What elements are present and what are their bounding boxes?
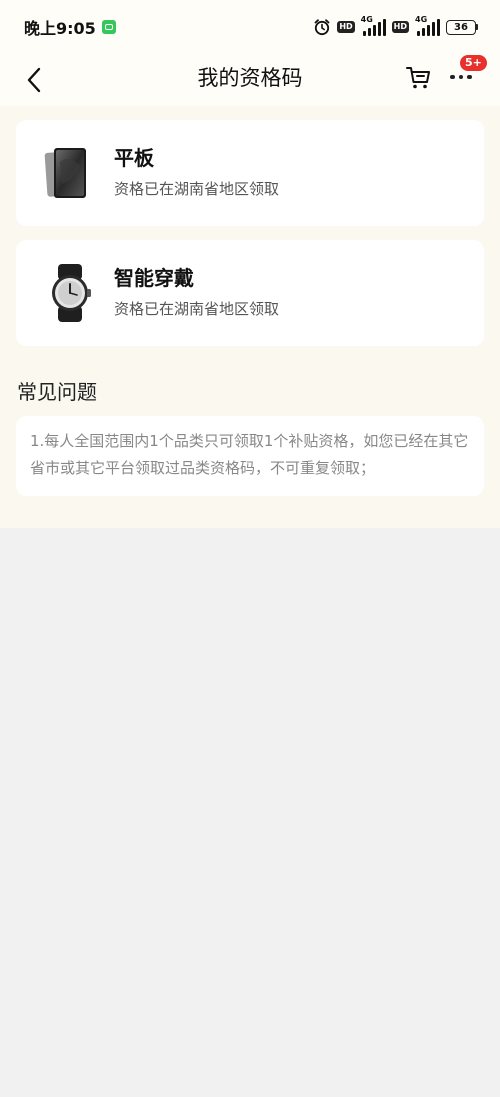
notification-badge: 5+	[460, 55, 487, 71]
qualification-card-tablet[interactable]: 平板 资格已在湖南省地区领取	[16, 120, 484, 226]
qualification-card-wearable[interactable]: 智能穿戴 资格已在湖南省地区领取	[16, 240, 484, 346]
network-type-2: 4G	[415, 15, 428, 24]
signal-icon-1: 4G	[360, 15, 386, 36]
faq-heading: 常见问题	[17, 380, 97, 404]
card-title: 智能穿戴	[114, 266, 194, 290]
cart-button[interactable]	[404, 62, 434, 92]
faq-box: 1.每人全国范围内1个品类只可领取1个补贴资格，如您已经在其它省市或其它平台领取…	[16, 416, 484, 496]
content-area: 平板 资格已在湖南省地区领取 智能穿戴 资格已在湖南省地区领取 常见问题 1.每…	[0, 106, 500, 528]
network-type-1: 4G	[360, 15, 373, 24]
status-left: 晚上9:05	[24, 15, 116, 39]
faq-item-text: 1.每人全国范围内1个品类只可领取1个补贴资格，如您已经在其它省市或其它平台领取…	[30, 432, 469, 477]
battery-icon: 36	[446, 19, 478, 35]
wechat-notification-icon	[101, 20, 116, 34]
signal-icon-2: 4G	[415, 15, 440, 36]
more-dot	[458, 74, 464, 80]
more-dot	[467, 74, 472, 80]
battery-level: 36	[446, 19, 476, 35]
tablet-image	[38, 140, 104, 206]
smartwatch-image	[38, 260, 104, 326]
hd-badge-1: HD	[337, 21, 355, 33]
cart-icon	[406, 67, 430, 89]
hd-badge-2: HD	[391, 21, 409, 33]
nav-bar: 我的资格码 5+	[0, 54, 500, 106]
alarm-icon	[314, 19, 330, 36]
more-dot	[450, 74, 455, 80]
card-subtitle: 资格已在湖南省地区领取	[114, 300, 280, 318]
card-subtitle: 资格已在湖南省地区领取	[114, 180, 280, 198]
status-bar: 晚上9:05 HD 4G HD 4G 36	[0, 0, 500, 54]
card-title: 平板	[114, 146, 154, 170]
status-time: 晚上9:05	[24, 19, 96, 38]
status-right: HD 4G HD 4G 36	[313, 15, 478, 36]
